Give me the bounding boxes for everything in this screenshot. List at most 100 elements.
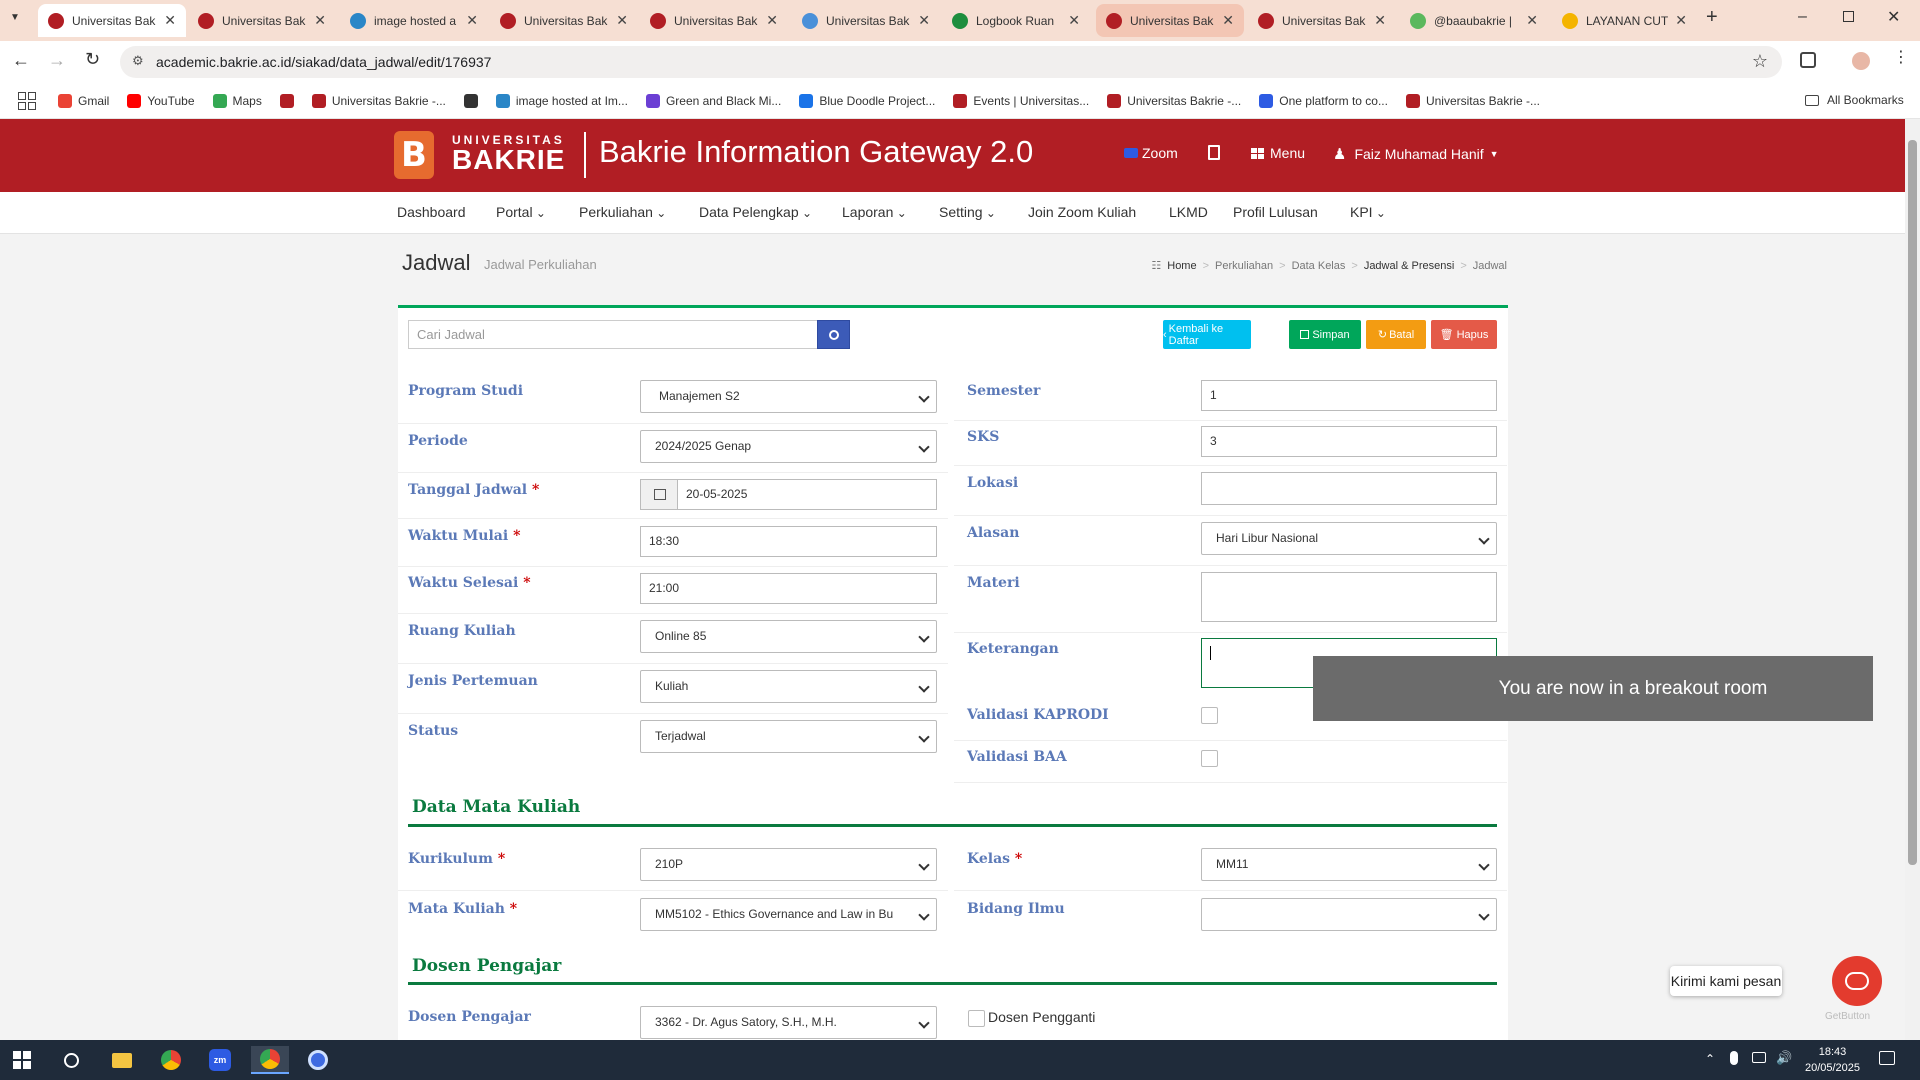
nav-item[interactable]: LKMD — [1169, 204, 1208, 220]
periode-select[interactable]: 2024/2025 Genap — [640, 430, 937, 463]
back-icon[interactable]: ← — [12, 50, 30, 71]
breadcrumb-item[interactable]: Data Kelas — [1292, 260, 1346, 272]
nav-item[interactable]: Setting ⌄ — [939, 204, 996, 220]
tab-close-icon[interactable]: ✕ — [314, 12, 326, 29]
bookmark-item[interactable]: image hosted at Im... — [495, 93, 628, 108]
all-bookmarks[interactable]: All Bookmarks — [1805, 93, 1904, 107]
getbutton-credit[interactable]: GetButton — [1825, 1011, 1870, 1022]
sks-input[interactable]: 3 — [1201, 426, 1497, 457]
bookmark-item[interactable]: Maps — [212, 93, 262, 108]
nav-item[interactable]: Data Pelengkap ⌄ — [699, 204, 812, 220]
notification-icon[interactable] — [1879, 1051, 1895, 1065]
tab-close-icon[interactable]: ✕ — [1068, 12, 1080, 29]
browser-tab[interactable]: Universitas Bak ✕ — [1096, 4, 1244, 37]
nav-item[interactable]: Laporan ⌄ — [842, 204, 907, 220]
bookmark-star-icon[interactable]: ☆ — [1752, 51, 1768, 72]
bookmark-item[interactable]: YouTube — [127, 93, 195, 108]
clock[interactable]: 18:43 20/05/2025 — [1800, 1044, 1865, 1076]
browser-tab[interactable]: @baaubakrie | ✕ — [1400, 4, 1548, 37]
chrome-icon[interactable] — [157, 1046, 185, 1074]
user-menu[interactable]: ♟ Faiz Muhamad Hanif ▼ — [1333, 145, 1499, 163]
tab-close-icon[interactable]: ✕ — [1675, 12, 1687, 29]
profile-icon[interactable] — [1852, 52, 1870, 70]
semester-input[interactable]: 1 — [1201, 380, 1497, 411]
bookmark-item[interactable]: Events | Universitas... — [953, 93, 1089, 108]
search-button[interactable] — [817, 320, 850, 349]
university-logo-icon[interactable]: B — [394, 131, 434, 179]
bookmark-item[interactable]: Universitas Bakrie -... — [311, 93, 446, 108]
browser-tab[interactable]: LAYANAN CUT ✕ — [1552, 4, 1697, 37]
tab-close-icon[interactable]: ✕ — [466, 12, 478, 29]
tab-close-icon[interactable]: ✕ — [1222, 12, 1234, 29]
breadcrumb-item[interactable]: Perkuliahan — [1215, 260, 1273, 272]
dosen-pengajar-select[interactable]: 3362 - Dr. Agus Satory, S.H., M.H. — [640, 1006, 937, 1039]
tanggal-jadwal-input[interactable]: 20-05-2025 — [677, 479, 937, 510]
tab-close-icon[interactable]: ✕ — [164, 12, 176, 29]
mata-kuliah-select[interactable]: MM5102 - Ethics Governance and Law in Bu — [640, 898, 937, 931]
forward-icon[interactable]: → — [48, 50, 66, 71]
bookmark-item[interactable]: Gmail — [58, 93, 109, 108]
search-taskbar-icon[interactable] — [57, 1046, 85, 1074]
nav-item[interactable]: Perkuliahan ⌄ — [579, 204, 666, 220]
nav-item[interactable]: Join Zoom Kuliah — [1028, 204, 1136, 220]
alasan-select[interactable]: Hari Libur Nasional — [1201, 522, 1497, 555]
tab-search-button[interactable]: ▼ — [10, 12, 20, 23]
back-to-list-button[interactable]: ‹ Kembali ke Daftar — [1163, 320, 1251, 349]
breadcrumb-item[interactable]: Jadwal & Presensi — [1364, 260, 1455, 272]
tab-close-icon[interactable]: ✕ — [1526, 12, 1538, 29]
notes-button[interactable] — [1208, 145, 1220, 160]
bookmark-item[interactable]: Blue Doodle Project... — [799, 93, 935, 108]
nav-item[interactable]: Profil Lulusan — [1233, 204, 1318, 220]
browser-menu-icon[interactable]: ⋮ — [1893, 50, 1909, 66]
app-icon[interactable] — [304, 1046, 332, 1074]
volume-icon[interactable]: 🔊 — [1776, 1050, 1792, 1066]
waktu-mulai-input[interactable]: 18:30 — [640, 526, 937, 557]
chat-button[interactable] — [1832, 956, 1882, 1006]
chrome-active-icon[interactable] — [251, 1046, 289, 1074]
scrollbar-thumb[interactable] — [1908, 140, 1917, 865]
menu-button[interactable]: Menu — [1251, 145, 1305, 161]
bookmark-item[interactable]: One platform to co... — [1259, 93, 1388, 108]
browser-tab[interactable]: Logbook Ruan ✕ — [942, 4, 1090, 37]
validasi-kaprodi-checkbox[interactable] — [1201, 707, 1218, 724]
bookmark-item[interactable]: Universitas Bakrie -... — [1405, 93, 1540, 108]
calendar-icon[interactable] — [640, 479, 678, 510]
microphone-icon[interactable] — [1730, 1051, 1738, 1065]
tab-close-icon[interactable]: ✕ — [1374, 12, 1386, 29]
bookmark-item[interactable]: Green and Black Mi... — [645, 93, 781, 108]
bookmark-item[interactable] — [463, 93, 484, 108]
site-info-icon[interactable]: ⚙ — [132, 53, 144, 69]
ruang-kuliah-select[interactable]: Online 85 — [640, 620, 937, 653]
jenis-pertemuan-select[interactable]: Kuliah — [640, 670, 937, 703]
browser-tab[interactable]: image hosted a ✕ — [340, 4, 488, 37]
search-input[interactable]: Cari Jadwal — [408, 320, 818, 349]
browser-tab[interactable]: Universitas Bak ✕ — [188, 4, 336, 37]
dosen-pengganti-checkbox[interactable] — [968, 1010, 985, 1027]
zoom-app-icon[interactable]: zm — [206, 1046, 234, 1074]
url-bar[interactable]: ⚙ academic.bakrie.ac.id/siakad/data_jadw… — [120, 46, 1782, 78]
close-window-button[interactable]: ✕ — [1887, 7, 1900, 27]
breadcrumb-item[interactable]: Home — [1167, 260, 1196, 272]
browser-tab[interactable]: Universitas Bak ✕ — [1248, 4, 1396, 37]
extensions-icon[interactable] — [1800, 52, 1816, 68]
tray-chevron-icon[interactable]: ⌃ — [1705, 1052, 1715, 1066]
browser-tab[interactable]: Universitas Bak ✕ — [792, 4, 940, 37]
bidang-ilmu-select[interactable] — [1201, 898, 1497, 931]
save-button[interactable]: Simpan — [1289, 320, 1361, 349]
bookmark-item[interactable]: Universitas Bakrie -... — [1107, 93, 1241, 108]
tab-close-icon[interactable]: ✕ — [918, 12, 930, 29]
program-studi-select[interactable]: Manajemen S2 — [640, 380, 937, 413]
materi-textarea[interactable] — [1201, 572, 1497, 622]
kurikulum-select[interactable]: 210P — [640, 848, 937, 881]
restore-button[interactable] — [1843, 11, 1854, 22]
lokasi-input[interactable] — [1201, 472, 1497, 505]
tab-close-icon[interactable]: ✕ — [766, 12, 778, 29]
validasi-baa-checkbox[interactable] — [1201, 750, 1218, 767]
browser-tab[interactable]: Universitas Bak ✕ — [38, 4, 186, 37]
chat-tooltip[interactable]: Kirimi kami pesan — [1670, 966, 1782, 996]
status-select[interactable]: Terjadwal — [640, 720, 937, 753]
windows-start-icon[interactable] — [8, 1046, 36, 1074]
kelas-select[interactable]: MM11 — [1201, 848, 1497, 881]
apps-icon[interactable] — [18, 91, 36, 110]
browser-tab[interactable]: Universitas Bak ✕ — [490, 4, 638, 37]
